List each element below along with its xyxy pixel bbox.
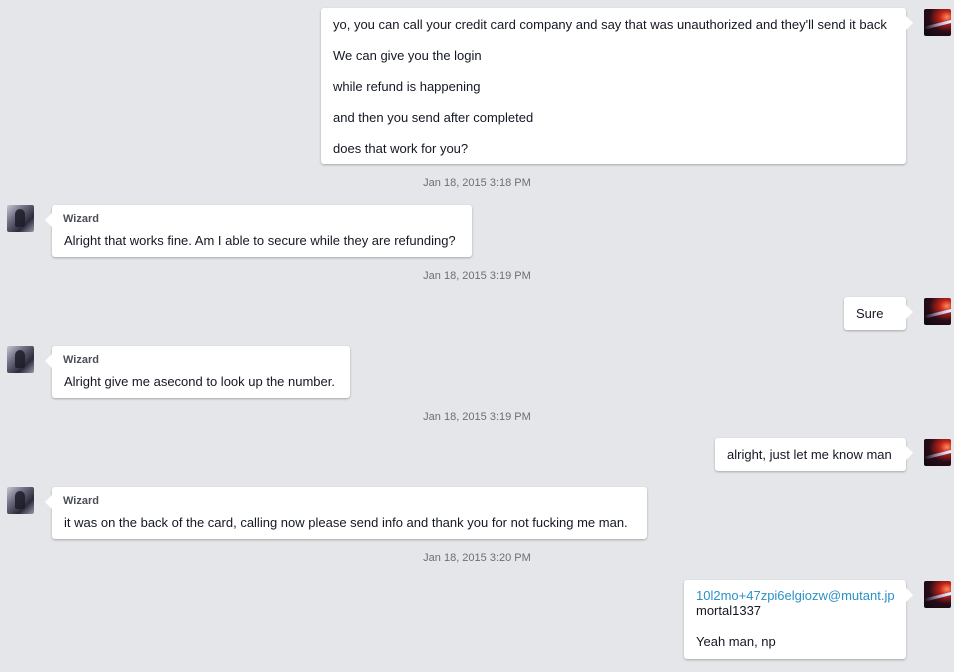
message-line: does that work for you? — [333, 141, 469, 156]
wizard-avatar[interactable] — [7, 346, 34, 373]
message-line: mortal1337 — [696, 603, 762, 618]
message-line: alright, just let me know man — [727, 447, 892, 462]
email-link[interactable]: 10l2mo+47zpi6elgiozw@mutant.jp — [696, 588, 895, 604]
outgoing-message: 10l2mo+47zpi6elgiozw@mutant.jp mortal133… — [684, 580, 913, 659]
message-line: it was on the back of the card, calling … — [64, 515, 628, 530]
timestamp: Jan 18, 2015 3:19 PM — [423, 411, 531, 423]
sender-name: Wizard — [63, 495, 99, 507]
message-line: Yeah man, np — [696, 634, 776, 649]
sender-name: Wizard — [63, 354, 99, 366]
outgoing-message: yo, you can call your credit card compan… — [321, 8, 913, 164]
timestamp: Jan 18, 2015 3:19 PM — [423, 270, 531, 282]
timestamp: Jan 18, 2015 3:18 PM — [423, 177, 531, 189]
wizard-avatar[interactable] — [7, 487, 34, 514]
message-line: Alright that works fine. Am I able to se… — [64, 233, 456, 248]
my-avatar[interactable] — [924, 581, 951, 608]
my-avatar[interactable] — [924, 9, 951, 36]
message-line: Sure — [856, 306, 884, 321]
sender-name: Wizard — [63, 213, 99, 225]
message-line: and then you send after completed — [333, 110, 534, 125]
message-line: yo, you can call your credit card compan… — [333, 17, 887, 32]
outgoing-message: alright, just let me know man — [715, 438, 913, 471]
message-line: while refund is happening — [333, 79, 481, 94]
my-avatar[interactable] — [924, 439, 951, 466]
my-avatar[interactable] — [924, 298, 951, 325]
incoming-message: Wizard Alright give me asecond to look u… — [45, 346, 350, 398]
message-line: We can give you the login — [333, 48, 482, 63]
timestamp: Jan 18, 2015 3:20 PM — [423, 552, 531, 564]
message-line: Alright give me asecond to look up the n… — [64, 374, 335, 389]
incoming-message: Wizard Alright that works fine. Am I abl… — [45, 205, 472, 257]
wizard-avatar[interactable] — [7, 205, 34, 232]
outgoing-message: Sure — [844, 297, 913, 330]
incoming-message: Wizard it was on the back of the card, c… — [45, 487, 647, 539]
